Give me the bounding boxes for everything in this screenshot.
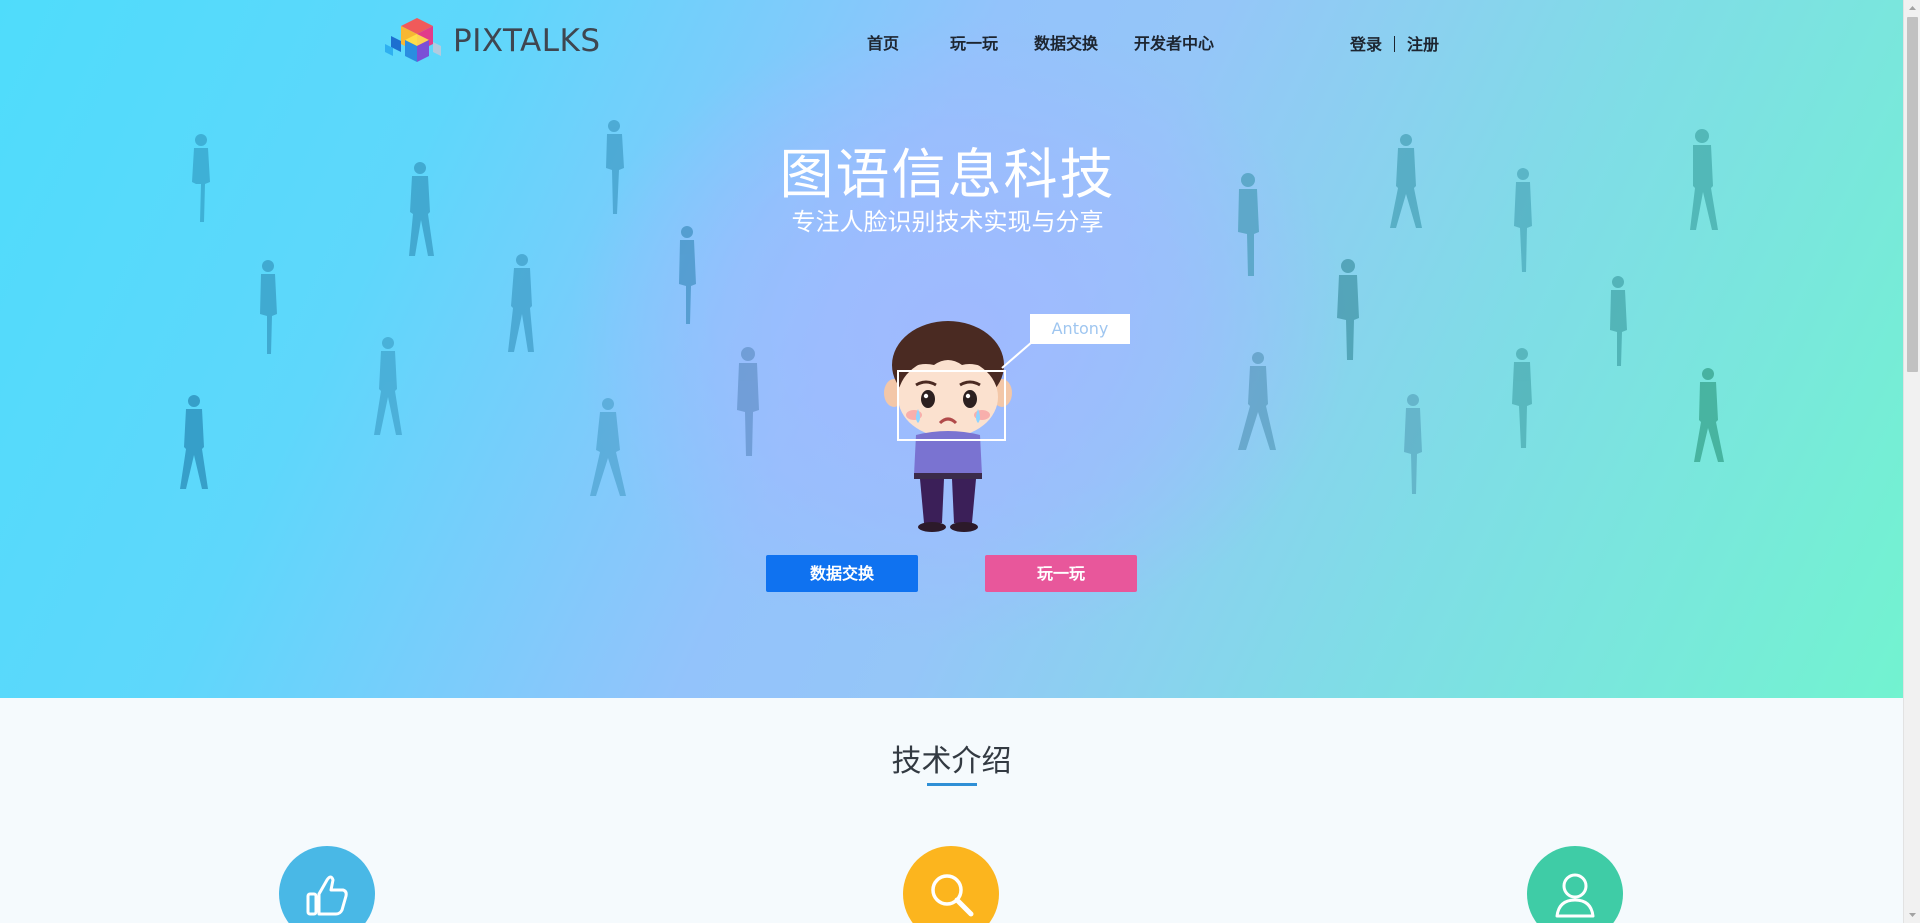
nav-item-play[interactable]: 玩一玩: [950, 30, 998, 54]
feature-thumbs-up: [279, 846, 375, 923]
play-button[interactable]: 玩一玩: [985, 555, 1137, 592]
auth-divider: [1394, 36, 1396, 52]
person-silhouette: [1604, 274, 1632, 370]
scrollbar-thumb[interactable]: [1907, 17, 1918, 372]
cube-logo-icon: [381, 16, 445, 66]
person-silhouette: [1228, 350, 1286, 454]
person-silhouette: [728, 346, 768, 460]
user-icon: [1555, 873, 1595, 918]
section-title-underline: [927, 783, 977, 786]
scroll-up-arrow-icon[interactable]: [1904, 0, 1920, 17]
thumbs-up-icon: [306, 875, 348, 916]
person-silhouette: [1328, 258, 1368, 364]
register-link[interactable]: 注册: [1407, 35, 1439, 54]
data-exchange-button[interactable]: 数据交换: [766, 555, 918, 592]
person-silhouette: [1398, 392, 1428, 498]
page: PIXTALKS 首页 玩一玩 数据交换 开发者中心 登录 注册 图语信息科技 专…: [0, 0, 1920, 923]
nav-item-home[interactable]: 首页: [867, 30, 899, 54]
nav-item-developer-center[interactable]: 开发者中心: [1134, 30, 1214, 54]
scroll-down-arrow-icon[interactable]: [1904, 906, 1920, 923]
person-silhouette: [498, 252, 542, 356]
name-tag-connector: [1001, 341, 1033, 369]
search-icon: [931, 874, 974, 917]
person-silhouette: [1502, 346, 1542, 452]
section-title: 技术介绍: [891, 744, 1012, 779]
face-name-tag: Antony: [1030, 314, 1130, 344]
person-silhouette: [170, 393, 216, 493]
top-navigation: PIXTALKS 首页 玩一玩 数据交换 开发者中心 登录 注册: [0, 0, 1903, 84]
page-scrollbar[interactable]: [1903, 0, 1920, 923]
login-link[interactable]: 登录: [1350, 35, 1382, 54]
nav-item-data-exchange[interactable]: 数据交换: [1034, 30, 1098, 54]
person-silhouette: [1686, 366, 1732, 466]
brand-logo[interactable]: PIXTALKS: [381, 16, 601, 66]
person-silhouette: [673, 224, 701, 328]
feature-search: [903, 846, 999, 923]
face-detection-box: [897, 370, 1006, 441]
person-silhouette: [578, 396, 638, 500]
brand-name: PIXTALKS: [453, 23, 601, 59]
person-silhouette: [366, 335, 410, 439]
hero-banner: PIXTALKS 首页 玩一玩 数据交换 开发者中心 登录 注册 图语信息科技 专…: [0, 0, 1903, 698]
hero-subtitle: 专注人脸识别技术实现与分享: [791, 208, 1104, 236]
person-silhouette: [254, 258, 282, 358]
auth-links: 登录 注册: [1350, 31, 1439, 55]
hero-title: 图语信息科技: [779, 143, 1116, 206]
feature-user: [1527, 846, 1623, 923]
